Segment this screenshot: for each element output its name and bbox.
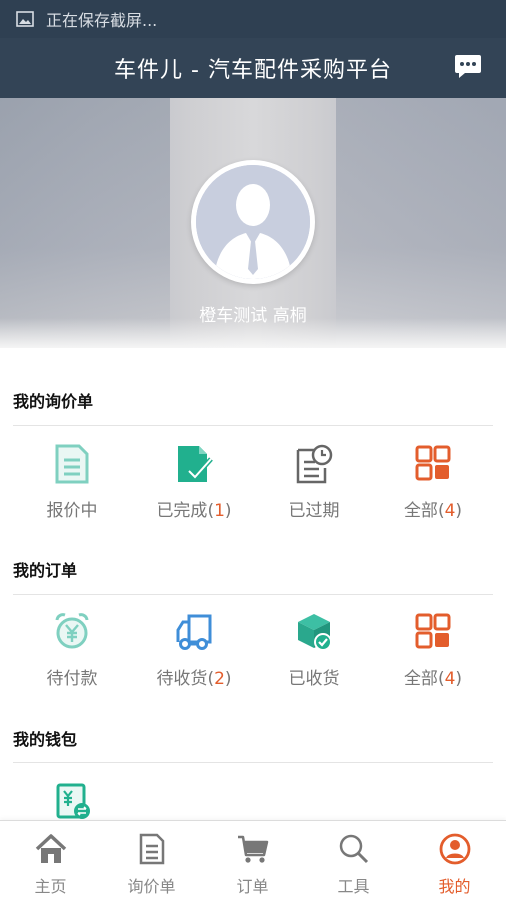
tab-inquiries[interactable]: 询价单 [101,821,202,900]
bottom-tab-bar: 主页 询价单 订单 工具 我的 [0,820,506,900]
tab-orders-label: 订单 [236,877,269,896]
divider [13,594,493,595]
tab-home[interactable]: 主页 [0,821,101,900]
inquiry-all[interactable]: 全部(4) [373,444,493,544]
avatar[interactable] [191,160,315,284]
tab-tools[interactable]: 工具 [303,821,404,900]
image-icon [16,11,34,27]
divider [13,762,493,763]
inquiry-completed-label: 已完成 [156,501,208,521]
page-title: 车件儿 - 汽车配件采购平台 [114,58,392,83]
inquiries-grid: 报价中 已完成(1) 已过期 全部(4) [0,444,506,544]
order-all-label: 全部 [403,669,438,689]
inquiry-expired-label: 已过期 [288,501,340,521]
wallet-grid [0,782,506,820]
header: 车件儿 - 汽车配件采购平台 [0,38,506,98]
order-received-label: 已收货 [288,669,340,689]
divider [13,425,493,426]
tab-home-label: 主页 [34,877,67,896]
order-pending-delivery-label: 待收货 [156,669,208,689]
user-name: 橙车测试 高桐 [199,306,307,326]
inquiry-all-count: 4 [444,501,456,521]
message-icon[interactable] [454,52,482,80]
order-pending-payment-label: 待付款 [46,669,98,689]
document-check-icon [178,446,213,482]
tab-tools-label: 工具 [337,877,370,896]
package-check-icon [298,614,332,651]
inquiry-completed[interactable]: 已完成(1) [134,444,254,544]
document-icon [55,444,89,484]
home-icon [35,834,67,863]
order-pending-delivery-count: 2 [214,669,225,689]
status-text: 正在保存截屏... [46,11,158,30]
alarm-clock-icon [55,613,89,649]
orders-grid: 待付款 待收货(2) 已收货 全部(4) [0,612,506,712]
tab-mine[interactable]: 我的 [404,821,505,900]
wallet-bill-icon [56,783,90,819]
order-pending-delivery[interactable]: 待收货(2) [134,612,254,712]
search-icon [339,834,369,864]
inquiry-completed-count: 1 [214,501,225,521]
inquiry-quoting-label: 报价中 [46,501,98,521]
tab-orders[interactable]: 订单 [202,821,303,900]
profile-banner: 橙车测试 高桐 [0,98,506,348]
truck-icon [176,614,212,650]
orders-title: 我的订单 [13,561,78,580]
order-all-count: 4 [444,669,456,689]
order-pending-payment[interactable]: 待付款 [12,612,132,712]
order-all[interactable]: 全部(4) [373,612,493,712]
inquiry-quoting[interactable]: 报价中 [12,444,132,544]
document-icon [139,833,165,865]
cart-icon [238,835,269,863]
status-bar: 正在保存截屏... [0,0,506,38]
wallet-item[interactable] [12,782,132,820]
inquiry-expired[interactable]: 已过期 [254,444,374,544]
order-received[interactable]: 已收货 [254,612,374,712]
tab-mine-label: 我的 [438,877,471,896]
grid-icon [415,613,451,649]
document-clock-icon [296,444,333,484]
inquiries-title: 我的询价单 [13,392,94,411]
user-circle-icon [439,833,471,865]
grid-icon [415,445,451,481]
user-silhouette-icon [196,165,310,279]
wallet-title: 我的钱包 [13,730,78,749]
inquiry-all-label: 全部 [403,501,438,521]
tab-inquiries-label: 询价单 [127,877,176,896]
